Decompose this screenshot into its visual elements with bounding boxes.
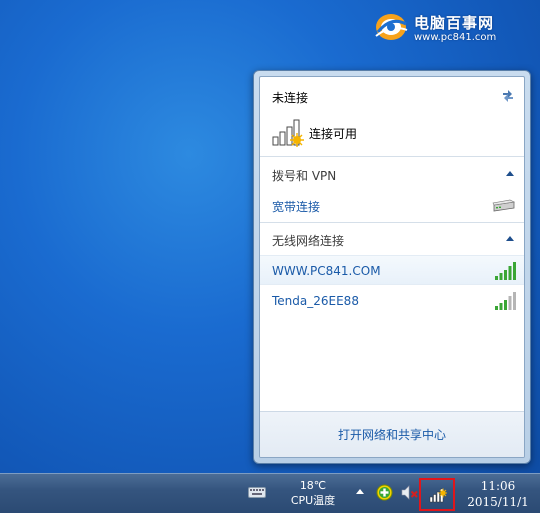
wireless-group-header[interactable]: 无线网络连接 — [260, 224, 524, 254]
modem-icon — [492, 199, 515, 212]
connections-available-row: 连接可用 — [272, 117, 492, 147]
clock-time: 11:06 — [480, 479, 516, 493]
connections-available-text: 连接可用 — [309, 127, 358, 141]
wifi-signal-icon — [495, 292, 516, 310]
cpu-temperature-widget[interactable]: 18℃ CPU温度 — [283, 478, 343, 508]
volume-muted-icon[interactable] — [401, 484, 419, 501]
clock-date: 2015/11/1 — [467, 495, 529, 509]
cpu-temperature-label: CPU温度 — [290, 494, 336, 507]
watermark-url: www.pc841.com — [414, 32, 497, 43]
wifi-network-item[interactable]: Tenda_26EE88 — [260, 286, 524, 316]
taskbar: 18℃ CPU温度 11:06 2015/11/1 — [0, 473, 540, 513]
show-hidden-icons-arrow-icon[interactable] — [356, 488, 364, 494]
keyboard-icon[interactable] — [248, 485, 266, 499]
network-flyout: 未连接 连接可用 拨号和 VPN 宽带连接 无线网络连接 WWW.PC841.C… — [253, 70, 531, 464]
network-flyout-body: 未连接 连接可用 拨号和 VPN 宽带连接 无线网络连接 WWW.PC841.C… — [259, 76, 525, 458]
network-tray-highlight[interactable] — [419, 478, 455, 511]
open-network-sharing-center-link[interactable]: 打开网络和共享中心 — [260, 426, 524, 443]
divider — [260, 222, 524, 223]
cpu-temperature-value: 18℃ — [299, 479, 327, 492]
wireless-group-label: 无线网络连接 — [272, 234, 345, 248]
wifi-network-label: Tenda_26EE88 — [272, 294, 359, 308]
refresh-icon[interactable] — [500, 87, 516, 103]
wifi-network-label: WWW.PC841.COM — [272, 264, 381, 278]
flyout-footer: 打开网络和共享中心 — [260, 411, 524, 457]
dialup-vpn-group-header[interactable]: 拨号和 VPN — [260, 159, 524, 189]
connection-status-section: 未连接 连接可用 — [260, 77, 524, 155]
pc841-logo-icon — [375, 14, 408, 40]
broadband-connection-item[interactable]: 宽带连接 — [260, 190, 524, 220]
watermark-title: 电脑百事网 — [414, 14, 495, 32]
system-clock[interactable]: 11:06 2015/11/1 — [462, 478, 534, 510]
network-status-icon[interactable] — [429, 487, 447, 503]
wifi-signal-icon — [495, 262, 516, 280]
broadband-connection-label: 宽带连接 — [272, 200, 321, 214]
divider — [260, 156, 524, 157]
network-available-icon — [272, 119, 304, 147]
add-plus-icon[interactable] — [376, 484, 393, 501]
chevron-up-icon[interactable] — [506, 235, 514, 241]
watermark: 电脑百事网 www.pc841.com — [374, 8, 524, 48]
status-title: 未连接 — [272, 91, 309, 105]
wifi-network-item[interactable]: WWW.PC841.COM — [260, 255, 524, 285]
chevron-up-icon[interactable] — [506, 170, 514, 176]
dialup-vpn-group-label: 拨号和 VPN — [272, 169, 337, 183]
